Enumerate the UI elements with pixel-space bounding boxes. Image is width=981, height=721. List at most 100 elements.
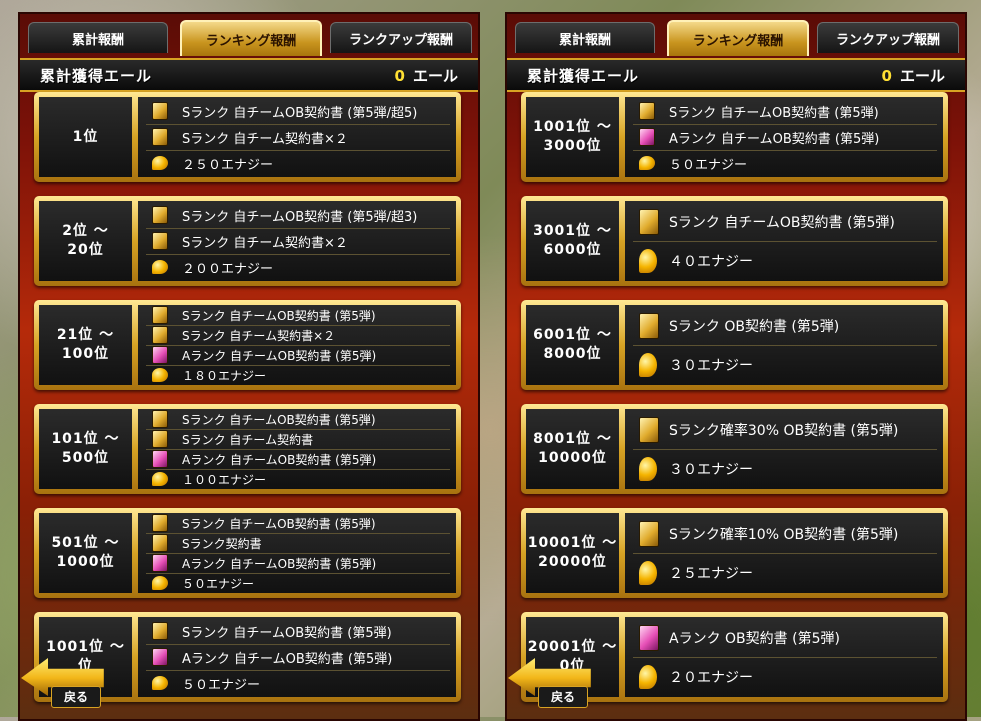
tab-cumulative-rewards[interactable]: 累計報酬: [28, 22, 168, 53]
reward-text: Aランク 自チームOB契約書 (第5弾): [182, 651, 393, 667]
back-label: 戻る: [51, 686, 101, 708]
reward-text: Sランク 自チームOB契約書 (第5弾): [182, 308, 376, 323]
s-contract-icon: [633, 99, 659, 124]
reward-item: １００エナジー: [146, 470, 450, 489]
rank-range: 10001位 ～ 20000位: [526, 513, 619, 593]
reward-items: Sランク確率10% OB契約書 (第5弾) ２５エナジー: [625, 513, 943, 593]
s-contract-icon: [146, 514, 172, 533]
cumulative-yell-value: 0 エール: [395, 65, 458, 86]
reward-text: Sランク 自チーム契約書×２: [182, 131, 348, 147]
s-contract-icon: [146, 326, 172, 345]
reward-items: Sランク 自チームOB契約書 (第5弾/超5) Sランク 自チーム契約書×２ ２５０…: [138, 97, 456, 177]
reward-list[interactable]: 1001位 ～ 3000位 Sランク 自チームOB契約書 (第5弾) Aランク 自チー…: [521, 92, 955, 719]
reward-items: Sランク 自チームOB契約書 (第5弾) ４０エナジー: [625, 201, 943, 281]
rank-range-line: 6001位 ～: [533, 327, 612, 343]
reward-text: Sランク 自チームOB契約書 (第5弾): [182, 625, 392, 641]
rank-range-line: 3001位 ～: [533, 223, 612, 239]
rank-range: 21位 ～ 100位: [39, 305, 132, 385]
a-contract-icon: [633, 619, 659, 657]
cumulative-yell-bar: 累計獲得エール 0 エール: [20, 58, 478, 92]
energy-icon: [633, 151, 659, 176]
rank-range: 1001位 ～ 3000位: [526, 97, 619, 177]
reward-items: Sランク 自チームOB契約書 (第5弾/超3) Sランク 自チーム契約書×２ ２００…: [138, 201, 456, 281]
reward-items: Sランク 自チームOB契約書 (第5弾) Aランク 自チームOB契約書 (第5弾)…: [625, 97, 943, 177]
reward-row: 1位 Sランク 自チームOB契約書 (第5弾/超5) Sランク 自チーム契約書×２ ２…: [34, 92, 461, 182]
reward-text: Sランク確率10% OB契約書 (第5弾): [669, 526, 899, 543]
reward-text: Sランク 自チームOB契約書 (第5弾): [669, 105, 879, 121]
rank-range-line: 6000位: [543, 242, 602, 258]
cumulative-yell-label: 累計獲得エール: [527, 67, 640, 85]
rank-range-line: 1000位: [56, 554, 115, 570]
a-contract-icon: [146, 450, 172, 469]
reward-item: Sランク 自チームOB契約書 (第5弾): [633, 203, 937, 242]
back-button[interactable]: 戻る: [21, 652, 111, 708]
reward-item: Sランク 自チームOB契約書 (第5弾): [146, 514, 450, 534]
tab-ranking-rewards[interactable]: ランキング報酬: [667, 20, 809, 56]
s-contract-icon: [633, 515, 659, 553]
reward-item: Sランク 自チームOB契約書 (第5弾): [146, 306, 450, 326]
reward-row: 101位 ～ 500位 Sランク 自チームOB契約書 (第5弾) Sランク 自チーム契…: [34, 404, 461, 494]
s-contract-icon: [146, 619, 172, 644]
s-contract-icon: [146, 125, 172, 150]
tab-rankup-rewards[interactable]: ランクアップ報酬: [330, 22, 472, 53]
reward-text: Sランク 自チームOB契約書 (第5弾): [182, 516, 376, 531]
reward-text: ２５０エナジー: [182, 157, 274, 173]
rank-range-line: 500位: [61, 450, 110, 466]
reward-item: Sランク 自チームOB契約書 (第5弾/超5): [146, 99, 450, 125]
tab-ranking-rewards[interactable]: ランキング報酬: [180, 20, 322, 56]
reward-item: ５０エナジー: [146, 671, 450, 696]
reward-row: 21位 ～ 100位 Sランク 自チームOB契約書 (第5弾) Sランク 自チーム契約…: [34, 300, 461, 390]
energy-icon: [633, 346, 659, 384]
reward-item: Sランク 自チーム契約書×２: [146, 326, 450, 346]
reward-text: Aランク 自チームOB契約書 (第5弾): [669, 131, 880, 147]
reward-item: Aランク 自チームOB契約書 (第5弾): [146, 554, 450, 574]
reward-row: 8001位 ～ 10000位 Sランク確率30% OB契約書 (第5弾) ３０エナジー: [521, 404, 948, 494]
reward-item: ２０エナジー: [633, 658, 937, 696]
reward-row: 2位 ～ 20位 Sランク 自チームOB契約書 (第5弾/超3) Sランク 自チーム契…: [34, 196, 461, 286]
cumulative-yell-label: 累計獲得エール: [40, 67, 153, 85]
energy-icon: [146, 255, 172, 280]
tab-rankup-rewards[interactable]: ランクアップ報酬: [817, 22, 959, 53]
yell-count: 0: [881, 67, 892, 85]
reward-items: Sランク 自チームOB契約書 (第5弾) Sランク契約書 Aランク 自チームOB契約…: [138, 513, 456, 593]
rank-range-line: 101位 ～: [51, 431, 120, 447]
energy-icon: [146, 574, 172, 593]
reward-list[interactable]: 1位 Sランク 自チームOB契約書 (第5弾/超5) Sランク 自チーム契約書×２ ２…: [34, 92, 468, 719]
reward-text: Sランク OB契約書 (第5弾): [669, 318, 840, 335]
reward-text: Sランク確率30% OB契約書 (第5弾): [669, 422, 899, 439]
energy-icon: [146, 366, 172, 385]
reward-item: Sランク 自チームOB契約書 (第5弾/超3): [146, 203, 450, 229]
reward-tabs: 累計報酬 ランキング報酬 ランクアップ報酬: [28, 20, 472, 56]
tab-cumulative-rewards[interactable]: 累計報酬: [515, 22, 655, 53]
yell-count: 0: [394, 67, 405, 85]
back-button[interactable]: 戻る: [508, 652, 598, 708]
s-contract-icon: [633, 411, 659, 449]
s-contract-icon: [146, 410, 172, 429]
rank-range: 8001位 ～ 10000位: [526, 409, 619, 489]
reward-text: ２００エナジー: [182, 261, 274, 277]
reward-item: ５０エナジー: [633, 151, 937, 176]
cumulative-yell-bar: 累計獲得エール 0 エール: [507, 58, 965, 92]
rank-range: 6001位 ～ 8000位: [526, 305, 619, 385]
rank-range-line: 20000位: [538, 554, 607, 570]
s-contract-icon: [146, 306, 172, 325]
reward-text: ２０エナジー: [669, 669, 753, 686]
energy-icon: [633, 450, 659, 488]
reward-tabs: 累計報酬 ランキング報酬 ランクアップ報酬: [515, 20, 959, 56]
rank-range: 2位 ～ 20位: [39, 201, 132, 281]
cumulative-yell-value: 0 エール: [882, 65, 945, 86]
reward-item: Aランク OB契約書 (第5弾): [633, 619, 937, 658]
reward-text: Aランク 自チームOB契約書 (第5弾): [182, 452, 377, 467]
reward-item: ２５０エナジー: [146, 151, 450, 176]
rank-range-line: 1001位 ～: [533, 119, 612, 135]
reward-row: 3001位 ～ 6000位 Sランク 自チームOB契約書 (第5弾) ４０エナジー: [521, 196, 948, 286]
reward-text: ３０エナジー: [669, 461, 753, 478]
reward-text: Sランク 自チームOB契約書 (第5弾/超3): [182, 209, 418, 225]
s-contract-icon: [633, 203, 659, 241]
reward-text: １８０エナジー: [182, 368, 267, 383]
reward-item: Sランク 自チームOB契約書 (第5弾): [633, 99, 937, 125]
reward-text: ５０エナジー: [669, 157, 748, 173]
reward-item: ４０エナジー: [633, 242, 937, 280]
rank-range: 1位: [39, 97, 132, 177]
reward-text: Aランク 自チームOB契約書 (第5弾): [182, 556, 377, 571]
